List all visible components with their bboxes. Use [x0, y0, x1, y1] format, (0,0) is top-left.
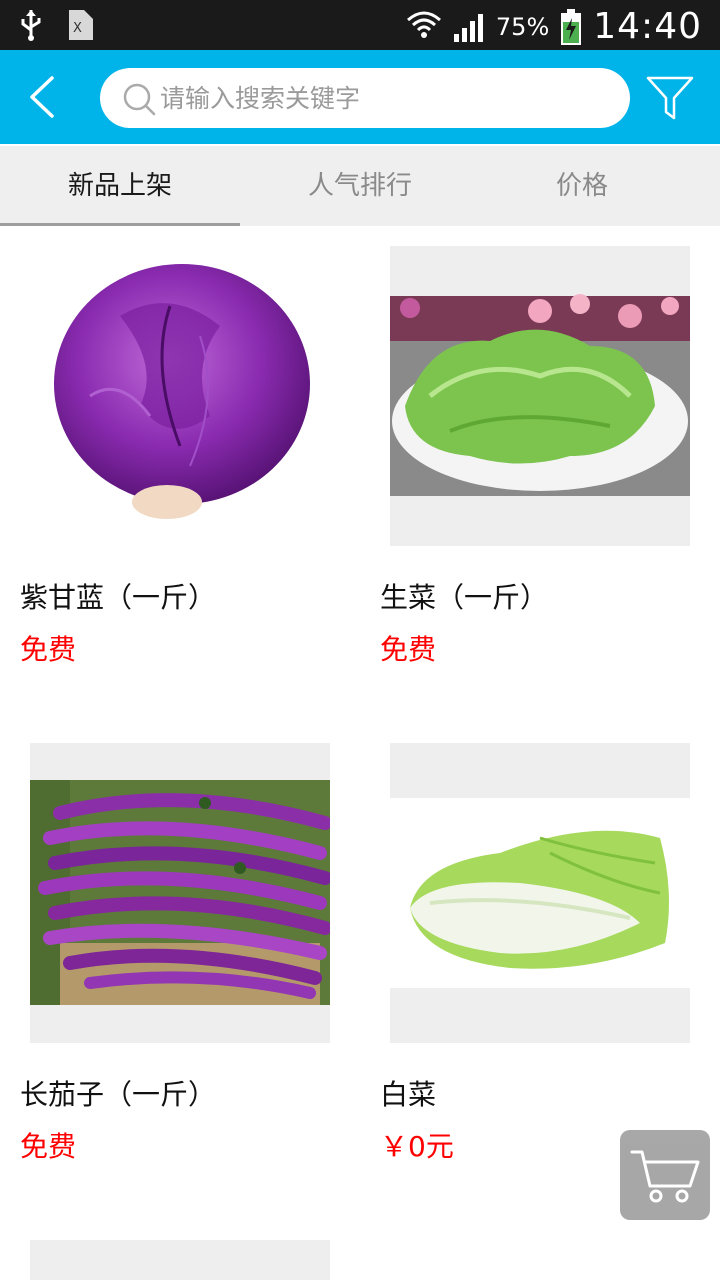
wifi-icon	[406, 11, 441, 38]
tab-price[interactable]: 价格	[462, 146, 702, 226]
filter-icon	[646, 76, 694, 120]
chevron-left-icon	[30, 76, 54, 118]
search-icon	[123, 83, 156, 116]
product-name: 生菜（一斤）	[380, 581, 549, 614]
sort-tabs: 新品上架 人气排行 价格	[0, 146, 720, 226]
tab-popularity[interactable]: 人气排行	[240, 146, 480, 226]
filter-button[interactable]	[644, 72, 696, 124]
product-name: 白菜	[380, 1078, 437, 1111]
product-name: 长茄子（一斤）	[20, 1078, 217, 1111]
product-price: 免费	[20, 633, 77, 666]
product-image-long-eggplant[interactable]	[30, 743, 330, 1043]
battery-percent: 75%	[495, 12, 550, 41]
product-price: ￥0元	[380, 1130, 454, 1163]
status-bar: X 75% 14:40	[0, 0, 720, 50]
svg-text:X: X	[73, 21, 82, 36]
active-tab-indicator	[0, 223, 240, 226]
product-price: 免费	[380, 633, 437, 666]
clock: 14:40	[593, 6, 702, 47]
product-name: 紫甘蓝（一斤）	[20, 581, 217, 614]
product-image-lettuce[interactable]	[390, 246, 690, 546]
battery-charging-icon	[561, 8, 582, 45]
signal-icon	[453, 13, 483, 42]
tab-new-arrivals[interactable]: 新品上架	[0, 146, 240, 226]
sim-icon: X	[69, 10, 93, 40]
product-image-placeholder[interactable]	[30, 1240, 330, 1280]
shopping-cart-icon	[630, 1150, 700, 1203]
back-button[interactable]	[20, 72, 70, 122]
search-box[interactable]	[100, 68, 630, 128]
app-header	[0, 50, 720, 144]
usb-icon	[21, 10, 41, 41]
product-image-purple-cabbage[interactable]	[30, 246, 330, 546]
search-input[interactable]	[160, 68, 600, 128]
cart-button[interactable]	[620, 1130, 710, 1220]
product-image-napa-cabbage[interactable]	[390, 743, 690, 1043]
product-price: 免费	[20, 1130, 77, 1163]
